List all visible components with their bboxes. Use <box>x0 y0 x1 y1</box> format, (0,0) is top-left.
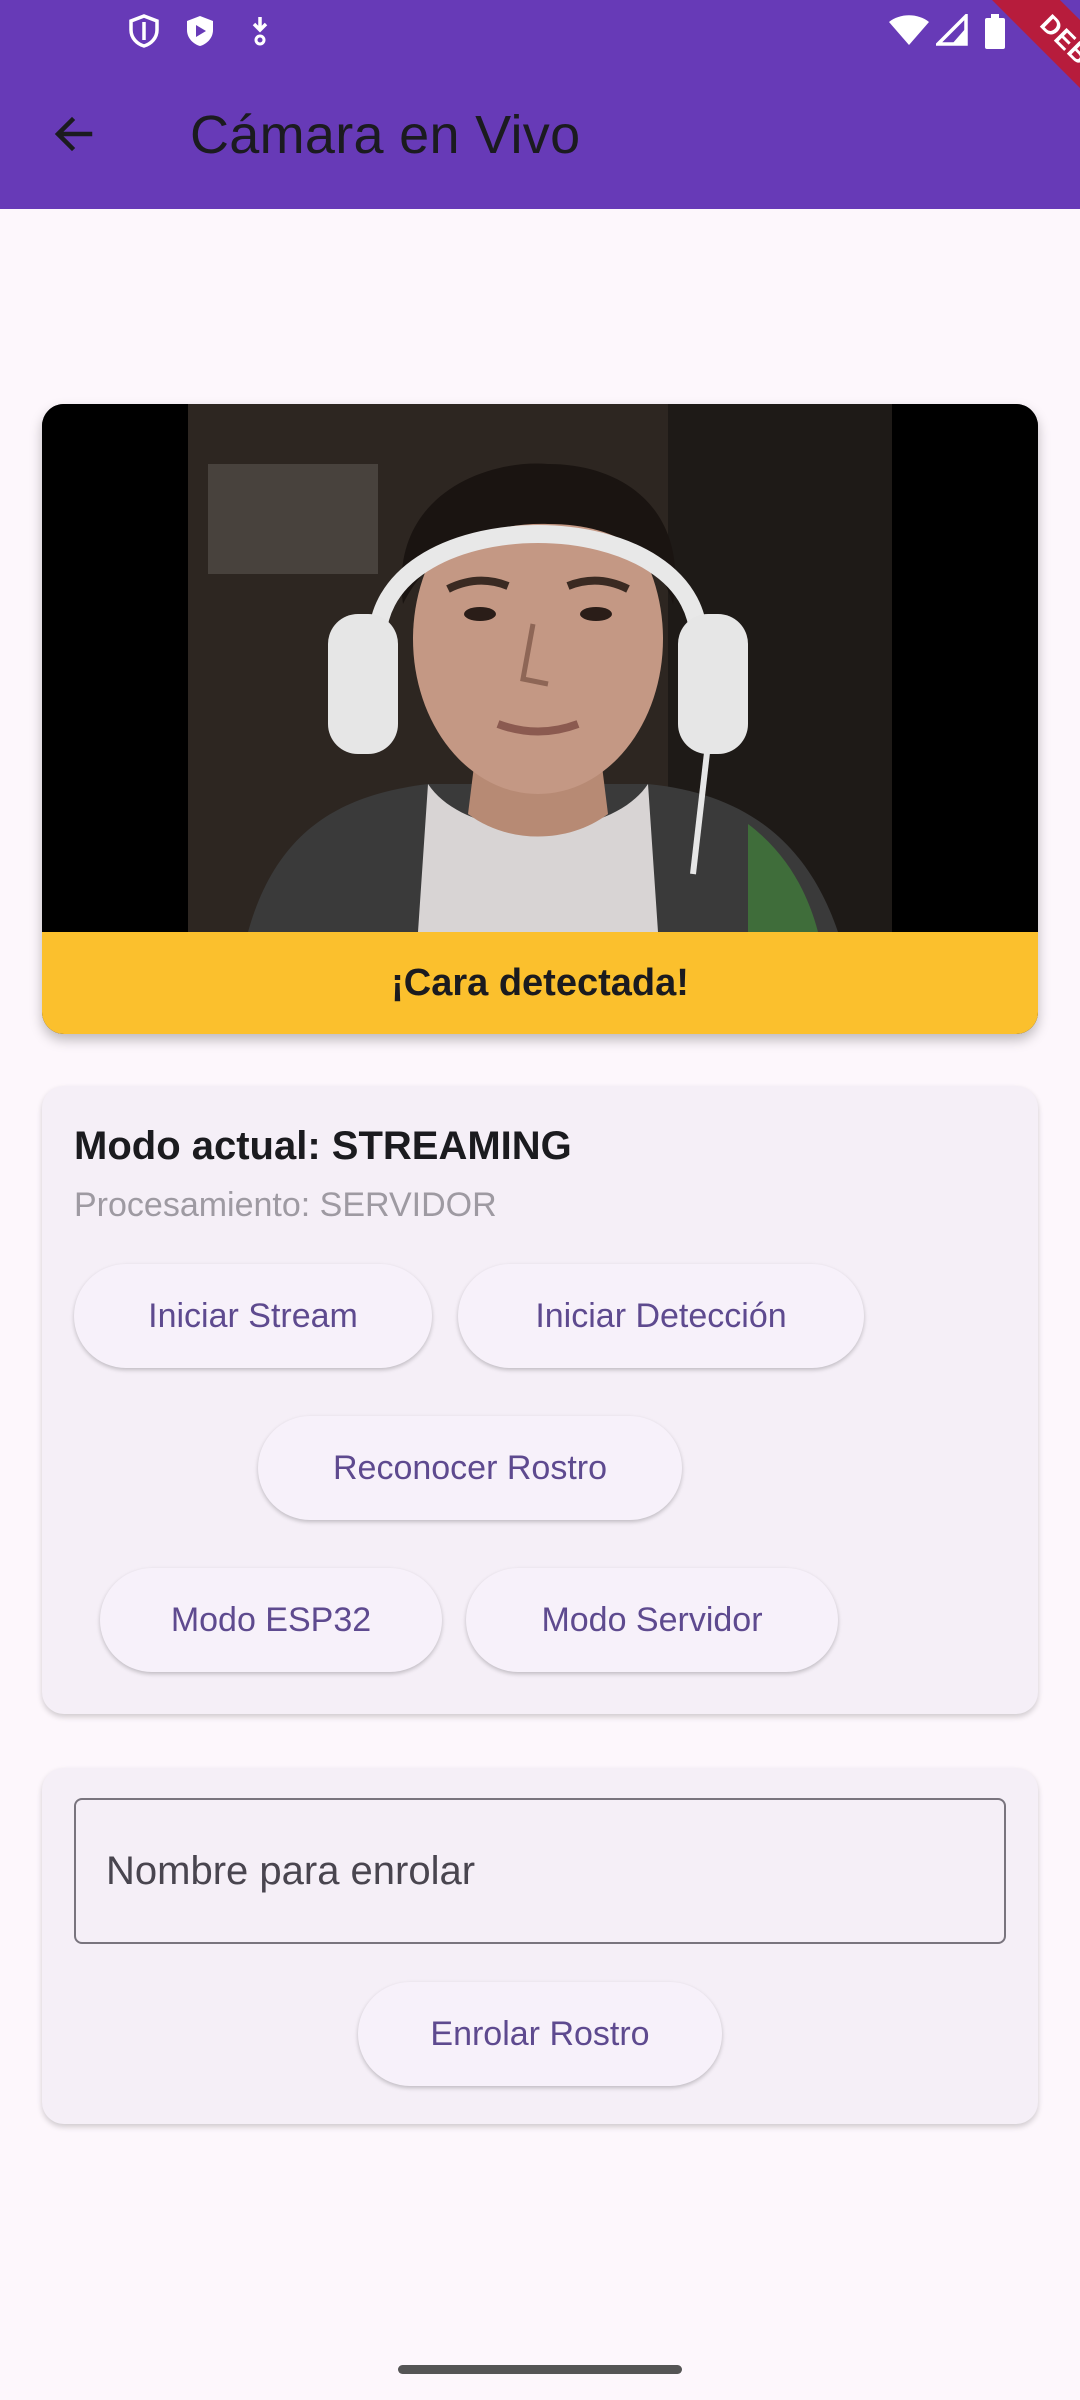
current-mode-title: Modo actual: STREAMING <box>74 1124 572 1168</box>
start-detection-button[interactable]: Iniciar Detección <box>458 1264 864 1368</box>
screen: Cámara en Vivo DEBUG ¡Cara detectada! Mo… <box>0 0 1080 2400</box>
recognize-face-button[interactable]: Reconocer Rostro <box>258 1416 682 1520</box>
camera-feed <box>42 404 1038 932</box>
debug-banner: DEBUG <box>930 0 1080 150</box>
wifi-icon <box>888 14 930 46</box>
mode-esp32-button[interactable]: Modo ESP32 <box>100 1568 442 1672</box>
camera-frame-image <box>188 404 892 932</box>
mode-server-button[interactable]: Modo Servidor <box>466 1568 838 1672</box>
home-indicator[interactable] <box>398 2365 682 2374</box>
start-stream-button[interactable]: Iniciar Stream <box>74 1264 432 1368</box>
enroll-face-button[interactable]: Enrolar Rostro <box>358 1982 722 2086</box>
camera-preview-card: ¡Cara detectada! <box>42 404 1038 1034</box>
enroll-card: Nombre para enrolar Enrolar Rostro <box>42 1768 1038 2124</box>
enroll-name-field[interactable]: Nombre para enrolar <box>74 1798 1006 1944</box>
play-store-icon <box>184 14 216 48</box>
enroll-name-label: Nombre para enrolar <box>106 1848 476 1893</box>
page-title: Cámara en Vivo <box>190 105 581 165</box>
back-button[interactable] <box>38 100 110 172</box>
debug-banner-label: DEBUG <box>964 0 1080 150</box>
app-bar: Cámara en Vivo DEBUG <box>0 0 1080 209</box>
processing-mode-subtitle: Procesamiento: SERVIDOR <box>74 1186 497 1224</box>
mode-card: Modo actual: STREAMING Procesamiento: SE… <box>42 1086 1038 1714</box>
arrow-back-icon <box>50 110 98 163</box>
shield-icon <box>128 14 160 48</box>
face-detected-banner: ¡Cara detectada! <box>42 932 1038 1034</box>
download-icon <box>248 14 272 48</box>
